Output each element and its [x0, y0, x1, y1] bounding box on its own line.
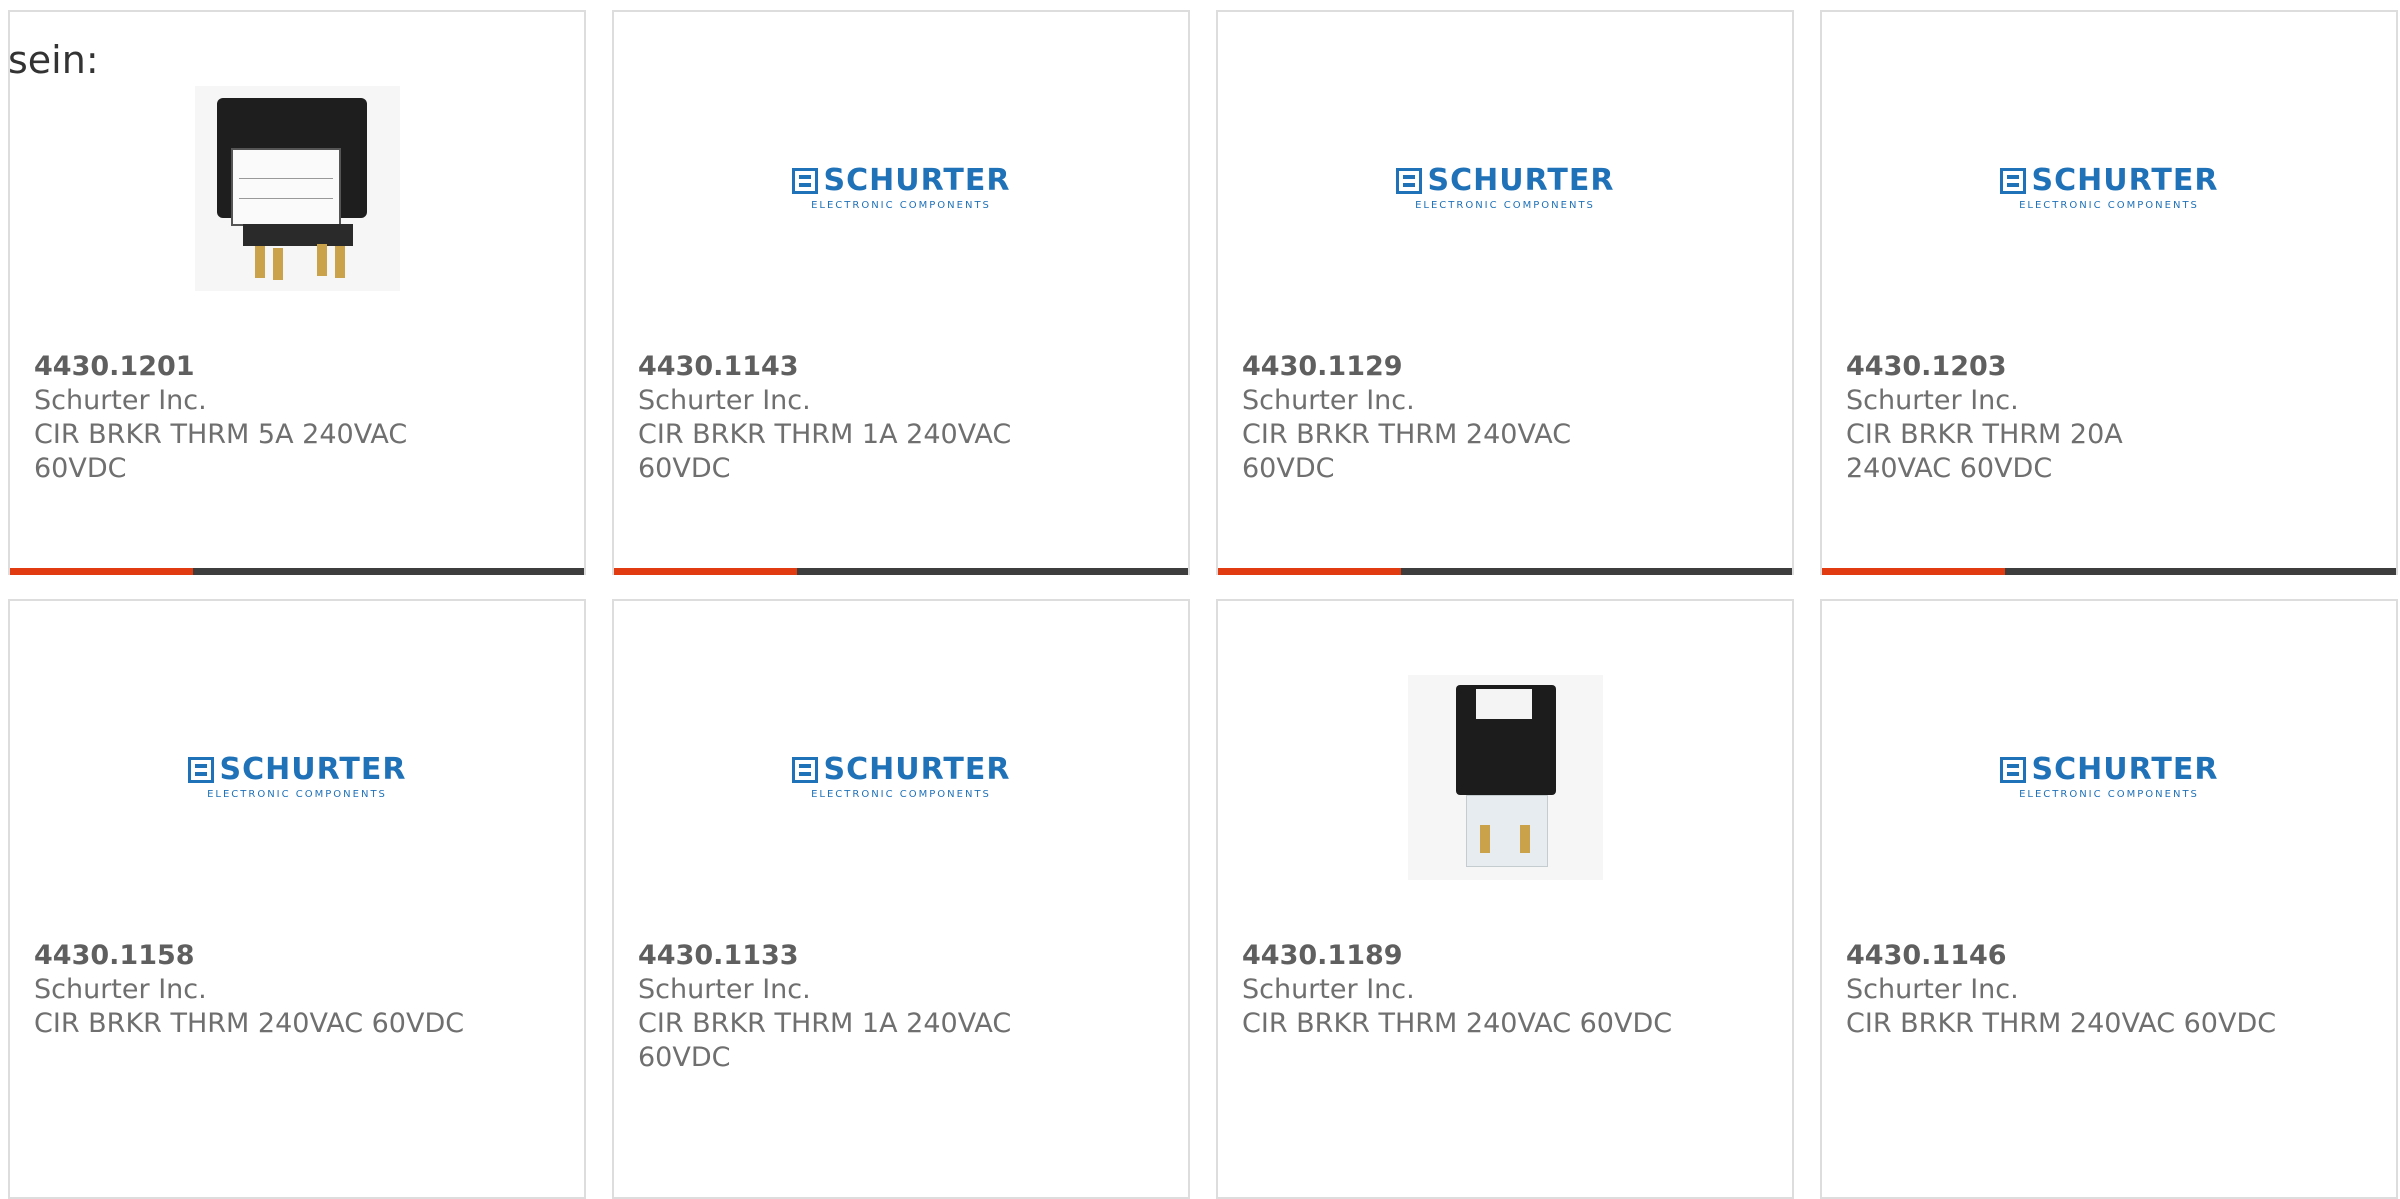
product-card[interactable]: SCHURTER ELECTRONIC COMPONENTS 4430.1146…: [1820, 599, 2398, 1199]
schurter-logo-icon: SCHURTER ELECTRONIC COMPONENTS: [1999, 165, 2217, 211]
part-number[interactable]: 4430.1146: [1846, 939, 2372, 973]
part-number[interactable]: 4430.1201: [34, 350, 560, 384]
product-image[interactable]: SCHURTER ELECTRONIC COMPONENTS: [1822, 657, 2396, 897]
product-info: 4430.1133 Schurter Inc. CIR BRKR THRM 1A…: [638, 939, 1164, 1075]
product-card[interactable]: SCHURTER ELECTRONIC COMPONENTS 4430.1143…: [612, 10, 1190, 575]
product-image[interactable]: SCHURTER ELECTRONIC COMPONENTS: [1218, 68, 1792, 308]
intro-text: sein:: [8, 38, 99, 82]
description: CIR BRKR THRM 240VAC 60VDC: [1846, 1008, 2277, 1039]
description: CIR BRKR THRM 240VAC 60VDC: [1242, 419, 1572, 484]
product-image[interactable]: [1218, 657, 1792, 897]
manufacturer: Schurter Inc.: [1242, 974, 1415, 1005]
product-image[interactable]: SCHURTER ELECTRONIC COMPONENTS: [614, 68, 1188, 308]
tall-breaker-photo: [1407, 674, 1603, 880]
manufacturer: Schurter Inc.: [638, 974, 811, 1005]
part-number[interactable]: 4430.1129: [1242, 350, 1768, 384]
schurter-logo-icon: SCHURTER ELECTRONIC COMPONENTS: [791, 165, 1009, 211]
card-footer-bar: [614, 568, 1188, 575]
product-info: 4430.1129 Schurter Inc. CIR BRKR THRM 24…: [1242, 350, 1768, 486]
part-number[interactable]: 4430.1203: [1846, 350, 2372, 384]
description: CIR BRKR THRM 5A 240VAC 60VDC: [34, 419, 408, 484]
card-footer-bar: [1218, 568, 1792, 575]
product-info: 4430.1201 Schurter Inc. CIR BRKR THRM 5A…: [34, 350, 560, 486]
description: CIR BRKR THRM 240VAC 60VDC: [1242, 1008, 1673, 1039]
product-card[interactable]: SCHURTER ELECTRONIC COMPONENTS 4430.1133…: [612, 599, 1190, 1199]
schurter-logo-icon: SCHURTER ELECTRONIC COMPONENTS: [187, 754, 405, 800]
manufacturer: Schurter Inc.: [1242, 385, 1415, 416]
card-footer-bar: [1822, 568, 2396, 575]
manufacturer: Schurter Inc.: [34, 385, 207, 416]
product-image[interactable]: SCHURTER ELECTRONIC COMPONENTS: [614, 657, 1188, 897]
product-card[interactable]: 4430.1201 Schurter Inc. CIR BRKR THRM 5A…: [8, 10, 586, 575]
product-info: 4430.1146 Schurter Inc. CIR BRKR THRM 24…: [1846, 939, 2372, 1041]
schurter-logo-icon: SCHURTER ELECTRONIC COMPONENTS: [791, 754, 1009, 800]
description: CIR BRKR THRM 1A 240VAC 60VDC: [638, 419, 1012, 484]
product-card[interactable]: SCHURTER ELECTRONIC COMPONENTS 4430.1129…: [1216, 10, 1794, 575]
part-number[interactable]: 4430.1143: [638, 350, 1164, 384]
product-image[interactable]: SCHURTER ELECTRONIC COMPONENTS: [10, 657, 584, 897]
product-info: 4430.1203 Schurter Inc. CIR BRKR THRM 20…: [1846, 350, 2372, 486]
manufacturer: Schurter Inc.: [638, 385, 811, 416]
description: CIR BRKR THRM 20A 240VAC 60VDC: [1846, 419, 2123, 484]
card-footer-bar: [10, 568, 584, 575]
product-card[interactable]: SCHURTER ELECTRONIC COMPONENTS 4430.1158…: [8, 599, 586, 1199]
product-image[interactable]: [10, 68, 584, 308]
manufacturer: Schurter Inc.: [1846, 974, 2019, 1005]
part-number[interactable]: 4430.1158: [34, 939, 560, 973]
description: CIR BRKR THRM 1A 240VAC 60VDC: [638, 1008, 1012, 1073]
product-info: 4430.1189 Schurter Inc. CIR BRKR THRM 24…: [1242, 939, 1768, 1041]
product-grid: 4430.1201 Schurter Inc. CIR BRKR THRM 5A…: [8, 10, 2400, 1199]
product-card[interactable]: 4430.1189 Schurter Inc. CIR BRKR THRM 24…: [1216, 599, 1794, 1199]
rocker-breaker-photo: [194, 85, 400, 291]
product-image[interactable]: SCHURTER ELECTRONIC COMPONENTS: [1822, 68, 2396, 308]
manufacturer: Schurter Inc.: [1846, 385, 2019, 416]
description: CIR BRKR THRM 240VAC 60VDC: [34, 1008, 465, 1039]
schurter-logo-icon: SCHURTER ELECTRONIC COMPONENTS: [1395, 165, 1613, 211]
manufacturer: Schurter Inc.: [34, 974, 207, 1005]
product-info: 4430.1143 Schurter Inc. CIR BRKR THRM 1A…: [638, 350, 1164, 486]
product-info: 4430.1158 Schurter Inc. CIR BRKR THRM 24…: [34, 939, 560, 1041]
part-number[interactable]: 4430.1189: [1242, 939, 1768, 973]
product-card[interactable]: SCHURTER ELECTRONIC COMPONENTS 4430.1203…: [1820, 10, 2398, 575]
part-number[interactable]: 4430.1133: [638, 939, 1164, 973]
schurter-logo-icon: SCHURTER ELECTRONIC COMPONENTS: [1999, 754, 2217, 800]
